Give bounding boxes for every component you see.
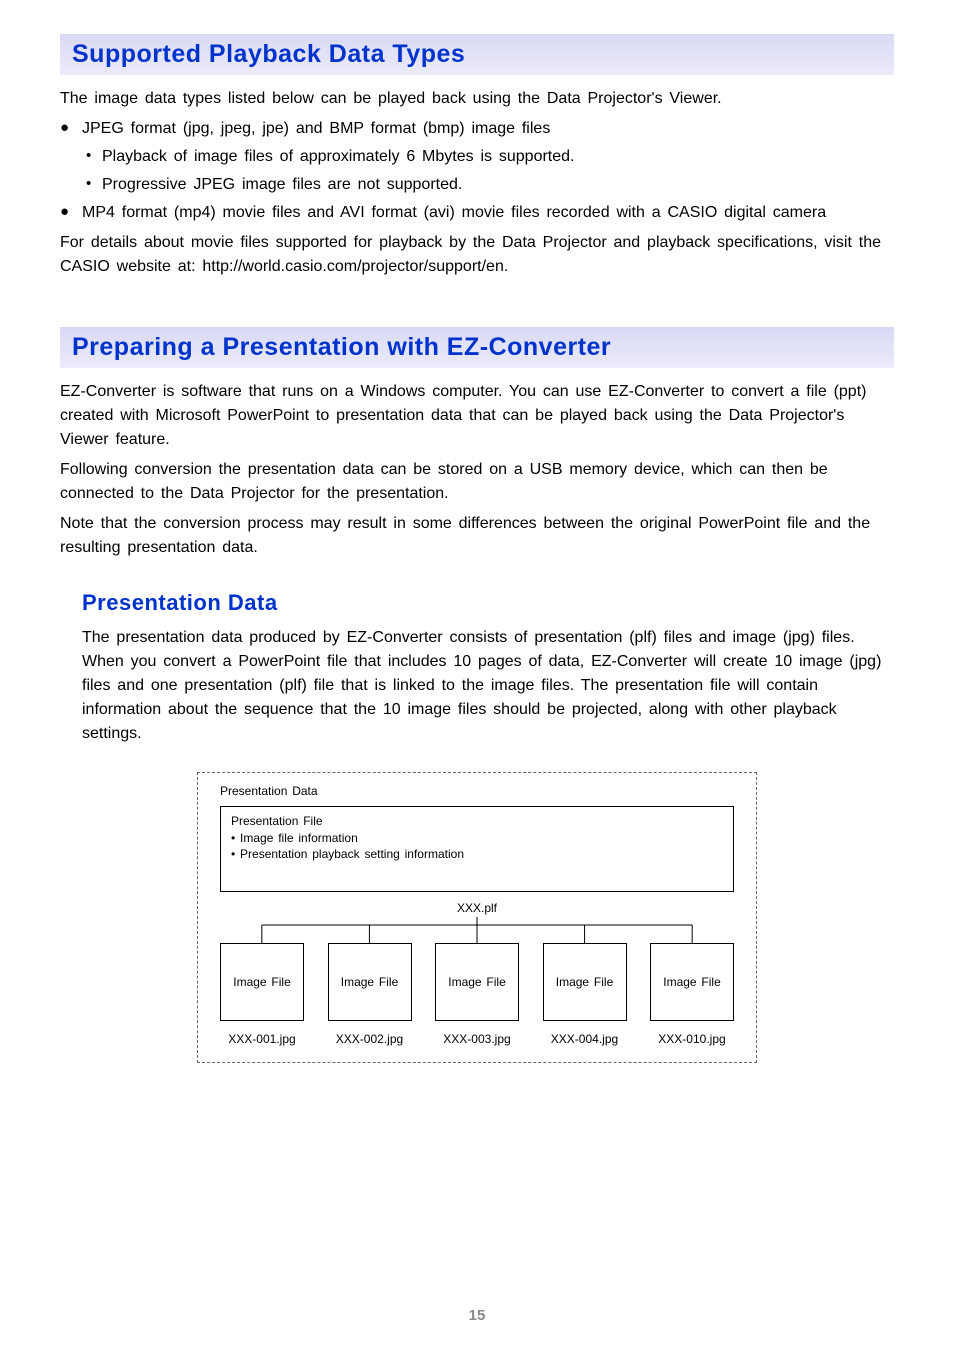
list-item-text: Progressive JPEG image files are not sup… [102,173,462,197]
section2-para: Following conversion the presentation da… [60,458,894,506]
bullet-icon: • [82,145,102,169]
image-file-caption: XXX-002.jpg [336,1031,403,1048]
image-file-box: Image File [543,943,627,1021]
list-item-text: MP4 format (mp4) movie files and AVI for… [82,201,826,225]
diagram-title: Presentation Data [220,783,734,800]
section2-para: Note that the conversion process may res… [60,512,894,560]
section3-para: The presentation data produced by EZ-Con… [82,626,894,746]
section1-outro: For details about movie files supported … [60,231,894,279]
list-item: • Playback of image files of approximate… [82,145,894,169]
list-item-text: Playback of image files of approximately… [102,145,574,169]
image-file-caption: XXX-001.jpg [228,1031,295,1048]
image-file-box: Image File [220,943,304,1021]
bullet-icon: ● [60,201,82,225]
image-file-caption: XXX-003.jpg [443,1031,510,1048]
image-file-box: Image File [435,943,519,1021]
image-file-caption: XXX-004.jpg [551,1031,618,1048]
connector-area [220,917,734,943]
section1-list: ● JPEG format (jpg, jpeg, jpe) and BMP f… [60,117,894,225]
heading-supported-playback: Supported Playback Data Types [60,34,894,75]
bullet-icon: ● [60,117,82,141]
page-number: 15 [0,1307,954,1324]
image-file-box: Image File [650,943,734,1021]
list-item: ● MP4 format (mp4) movie files and AVI f… [60,201,894,225]
bullet-icon: • [82,173,102,197]
heading-preparing-presentation: Preparing a Presentation with EZ-Convert… [60,327,894,368]
diagram: Presentation Data Presentation File • Im… [60,772,894,1063]
pf-line: • Presentation playback setting informat… [231,846,723,863]
presentation-file-box: Presentation File • Image file informati… [220,806,734,892]
image-file-box: Image File [328,943,412,1021]
image-file-row: Image File XXX-001.jpg Image File XXX-00… [220,943,734,1048]
connector-lines-icon [220,917,734,943]
list-item: • Progressive JPEG image files are not s… [82,173,894,197]
heading-presentation-data: Presentation Data [82,590,894,616]
list-item-text: JPEG format (jpg, jpeg, jpe) and BMP for… [82,117,550,141]
plf-filename: XXX.plf [220,900,734,917]
section1-intro: The image data types listed below can be… [60,87,894,111]
pf-line: Presentation File [231,813,723,830]
section2-para: EZ-Converter is software that runs on a … [60,380,894,452]
list-item: ● JPEG format (jpg, jpeg, jpe) and BMP f… [60,117,894,141]
image-file-caption: XXX-010.jpg [658,1031,725,1048]
pf-line: • Image file information [231,830,723,847]
